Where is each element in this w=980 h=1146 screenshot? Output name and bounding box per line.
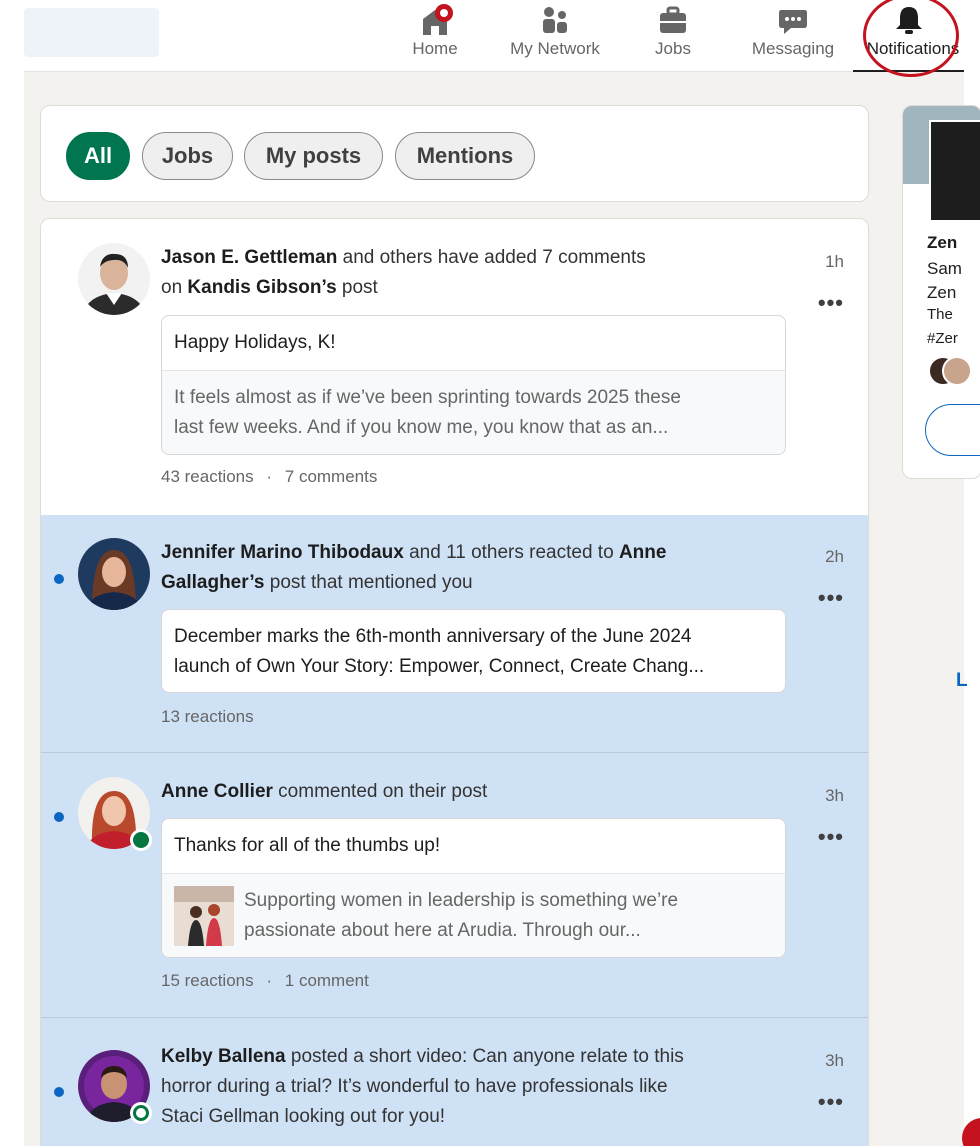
filter-my-posts[interactable]: My posts: [244, 132, 383, 180]
actor-name[interactable]: Anne Collier: [161, 781, 273, 802]
notification-text: and others have added 7 comments: [337, 247, 646, 268]
promoted-title: Zen: [927, 233, 958, 252]
post-stats: 15 reactions · 1 comment: [161, 971, 369, 991]
comment-count[interactable]: 7 comments: [285, 467, 378, 486]
promoted-line: #Zer: [927, 330, 958, 347]
notification-item[interactable]: Jason E. Gettleman and others have added…: [41, 219, 868, 515]
more-options-button[interactable]: •••: [818, 824, 844, 850]
timestamp: 1h: [825, 252, 844, 271]
comment-text: Thanks for all of the thumbs up!: [174, 835, 441, 856]
actor-name[interactable]: Jennifer Marino Thibodaux: [161, 542, 404, 563]
more-options-button[interactable]: •••: [818, 290, 844, 316]
message-icon: [779, 10, 807, 34]
promoted-line: Sam: [927, 259, 962, 278]
filter-jobs[interactable]: Jobs: [142, 132, 233, 180]
separator: ·: [266, 971, 273, 990]
post-thumbnail: [174, 886, 234, 946]
notification-text: on: [161, 277, 188, 298]
avatar: [78, 538, 150, 610]
notification-headline: Jason E. Gettleman and others have added…: [161, 243, 751, 303]
reaction-count[interactable]: 15 reactions: [161, 971, 254, 990]
post-excerpt: It feels almost as if we’ve been sprinti…: [162, 370, 785, 454]
reaction-count[interactable]: 13 reactions: [161, 707, 254, 726]
comment-count[interactable]: 1 comment: [285, 971, 369, 990]
post-excerpt-line: December marks the 6th-month anniversary…: [174, 626, 692, 647]
follow-button[interactable]: [925, 404, 980, 456]
filter-mentions[interactable]: Mentions: [395, 132, 535, 180]
notification-list: Jason E. Gettleman and others have added…: [40, 218, 869, 1146]
notification-item[interactable]: Kelby Ballena posted a short video: Can …: [41, 1018, 868, 1146]
notification-headline: Anne Collier commented on their post: [161, 777, 751, 807]
notification-headline: Jennifer Marino Thibodaux and 11 others …: [161, 538, 751, 598]
target-name[interactable]: Gallagher’s: [161, 572, 265, 593]
unread-indicator: [54, 1087, 64, 1097]
post-preview[interactable]: Happy Holidays, K! It feels almost as if…: [161, 315, 786, 455]
notification-text: and 11 others reacted to: [403, 542, 619, 563]
notification-text: Staci Gellman looking out for you!: [161, 1106, 446, 1127]
search-bar-placeholder[interactable]: [24, 8, 159, 57]
notification-text: horror during a trial? It’s wonderful to…: [161, 1076, 668, 1097]
online-status-icon: [130, 1102, 152, 1124]
post-preview[interactable]: December marks the 6th-month anniversary…: [161, 609, 786, 693]
left-margin: [0, 0, 24, 1146]
post-excerpt: Supporting women in leadership is someth…: [162, 873, 785, 957]
nav-jobs[interactable]: Jobs: [640, 0, 706, 72]
target-name[interactable]: Anne: [619, 542, 667, 563]
nav-messaging[interactable]: Messaging: [748, 0, 838, 72]
avatar: [78, 243, 150, 315]
nav-my-network-label: My Network: [510, 39, 600, 58]
post-excerpt-line: It feels almost as if we’ve been sprinti…: [174, 387, 681, 408]
nav-home[interactable]: Home: [400, 0, 470, 72]
comment-text: Happy Holidays, K!: [174, 332, 336, 353]
notification-item[interactable]: Anne Collier commented on their post 3h …: [41, 753, 868, 1018]
home-icon: [423, 4, 453, 35]
notification-text: post: [336, 277, 378, 298]
post-excerpt-line: launch of Own Your Story: Empower, Conne…: [174, 656, 705, 677]
briefcase-icon: [660, 6, 686, 33]
timestamp: 3h: [825, 1051, 844, 1070]
unread-indicator: [54, 574, 64, 584]
promoted-line: The: [927, 306, 953, 323]
post-excerpt-line: last few weeks. And if you know me, you …: [174, 417, 669, 438]
more-options-button[interactable]: •••: [818, 585, 844, 611]
promoted-line: Zen: [927, 283, 957, 302]
more-options-button[interactable]: •••: [818, 1089, 844, 1115]
follower-avatars: [928, 356, 972, 388]
online-status-icon: [130, 829, 152, 851]
timestamp: 3h: [825, 786, 844, 805]
filter-all[interactable]: All: [66, 132, 130, 180]
post-stats: 43 reactions · 7 comments: [161, 467, 377, 487]
actor-name[interactable]: Kelby Ballena: [161, 1046, 286, 1067]
sidebar-link[interactable]: L: [956, 670, 968, 692]
filter-bar: All Jobs My posts Mentions: [40, 105, 869, 202]
timestamp: 2h: [825, 547, 844, 566]
post-excerpt: December marks the 6th-month anniversary…: [162, 610, 785, 692]
post-preview[interactable]: Thanks for all of the thumbs up! Support…: [161, 818, 786, 958]
notification-text: post that mentioned you: [264, 572, 473, 593]
promoted-card: Zen Sam Zen The #Zer: [902, 105, 980, 479]
notification-text: commented on their post: [272, 781, 488, 802]
post-stats: 13 reactions: [161, 707, 254, 727]
notification-headline: Kelby Ballena posted a short video: Can …: [161, 1042, 751, 1132]
company-logo[interactable]: [929, 120, 980, 222]
actor-name[interactable]: Jason E. Gettleman: [161, 247, 337, 268]
post-excerpt-line: passionate about here at Arudia. Through…: [244, 920, 641, 941]
nav-jobs-label: Jobs: [655, 39, 691, 58]
nav-my-network[interactable]: My Network: [505, 0, 605, 72]
post-excerpt-line: Supporting women in leadership is someth…: [244, 890, 679, 911]
notification-item[interactable]: Jennifer Marino Thibodaux and 11 others …: [41, 515, 868, 753]
notification-text: posted a short video: Can anyone relate …: [285, 1046, 684, 1067]
target-name[interactable]: Kandis Gibson’s: [187, 277, 336, 298]
unread-indicator: [54, 812, 64, 822]
people-icon: [543, 7, 567, 33]
separator: ·: [266, 467, 273, 486]
reaction-count[interactable]: 43 reactions: [161, 467, 254, 486]
nav-home-label: Home: [412, 39, 458, 58]
nav-messaging-label: Messaging: [751, 39, 835, 58]
